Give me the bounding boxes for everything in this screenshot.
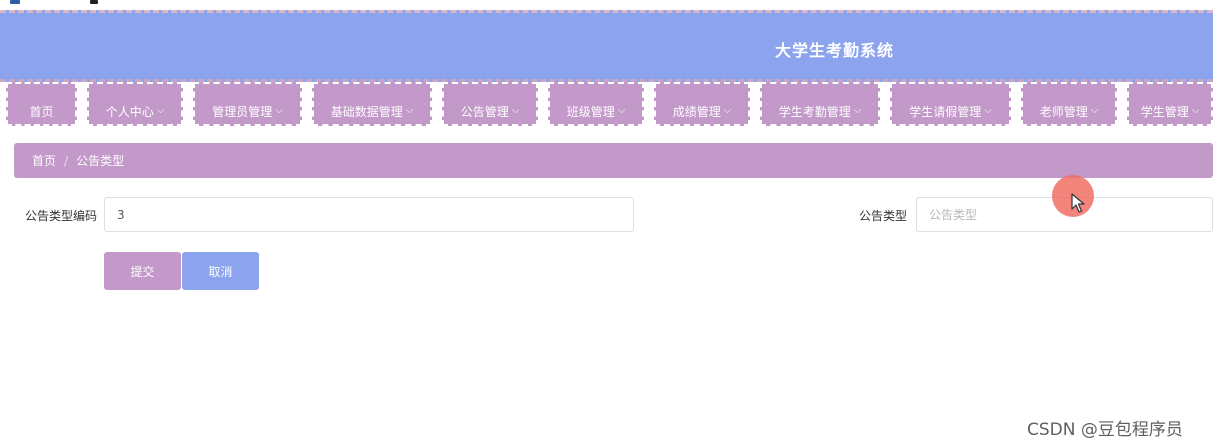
- toolbar-glyph: [10, 0, 20, 4]
- nav-item-label: 成绩管理: [672, 104, 721, 119]
- nav-item-label: 学生管理: [1140, 104, 1189, 119]
- chevron-down-icon: ⌵: [723, 104, 732, 116]
- chevron-down-icon: ⌵: [405, 104, 414, 116]
- watermark: CSDN @豆包程序员: [1027, 420, 1183, 440]
- chevron-down-icon: ⌵: [511, 104, 520, 116]
- chevron-down-icon: ⌵: [1090, 104, 1099, 116]
- nav-item-label: 个人中心: [105, 104, 154, 119]
- nav-item-score-management[interactable]: 成绩管理 ⌵: [654, 82, 750, 126]
- app-title: 大学生考勤系统: [775, 41, 895, 60]
- nav-item-label: 公告管理: [460, 104, 509, 119]
- nav-item-leave-management[interactable]: 学生请假管理 ⌵: [890, 82, 1011, 126]
- nav-item-label: 学生请假管理: [909, 104, 982, 119]
- notice-type-code-input[interactable]: [104, 197, 634, 232]
- nav-item-basic-data[interactable]: 基础数据管理 ⌵: [312, 82, 432, 126]
- nav-item-personal-center[interactable]: 个人中心 ⌵: [87, 82, 183, 126]
- toolbar-glyph: [90, 0, 98, 4]
- chevron-down-icon: ⌵: [984, 104, 992, 116]
- submit-button[interactable]: 提交: [104, 252, 181, 290]
- breadcrumb-current: 公告类型: [76, 154, 125, 168]
- chevron-down-icon: ⌵: [1191, 104, 1200, 116]
- nav-item-notice-management[interactable]: 公告管理 ⌵: [442, 82, 538, 126]
- browser-top-strip: [0, 0, 1213, 10]
- breadcrumb-home[interactable]: 首页: [32, 152, 56, 169]
- type-field-label: 公告类型: [859, 209, 908, 223]
- nav-item-admin-management[interactable]: 管理员管理 ⌵: [193, 82, 302, 126]
- mouse-pointer-icon: [1071, 193, 1085, 213]
- chevron-down-icon: ⌵: [617, 104, 626, 116]
- nav-item-student-management[interactable]: 学生管理 ⌵: [1127, 82, 1213, 126]
- chevron-down-icon: ⌵: [853, 104, 862, 116]
- chevron-down-icon: ⌵: [275, 104, 283, 116]
- nav-item-attendance-management[interactable]: 学生考勤管理 ⌵: [760, 82, 880, 126]
- nav-item-label: 基础数据管理: [330, 104, 403, 119]
- breadcrumb-separator: /: [64, 153, 69, 168]
- breadcrumb: 首页 / 公告类型: [14, 143, 1213, 178]
- top-nav: 首页 个人中心 ⌵ 管理员管理 ⌵ 基础数据管理 ⌵ 公告管理 ⌵ 班级管理 ⌵ 成绩管理…: [0, 82, 1213, 126]
- app-header: 大学生考勤系统: [0, 10, 1213, 82]
- cancel-button[interactable]: 取消: [182, 252, 259, 290]
- nav-item-label: 首页: [29, 104, 54, 119]
- nav-item-label: 老师管理: [1039, 104, 1088, 119]
- nav-item-home[interactable]: 首页: [6, 82, 77, 126]
- code-field-label: 公告类型编码: [25, 209, 98, 223]
- nav-item-label: 学生考勤管理: [778, 104, 851, 119]
- chevron-down-icon: ⌵: [156, 104, 165, 116]
- nav-item-teacher-management[interactable]: 老师管理 ⌵: [1021, 82, 1117, 126]
- nav-item-label: 管理员管理: [212, 104, 273, 119]
- nav-item-class-management[interactable]: 班级管理 ⌵: [548, 82, 644, 126]
- nav-item-label: 班级管理: [566, 104, 615, 119]
